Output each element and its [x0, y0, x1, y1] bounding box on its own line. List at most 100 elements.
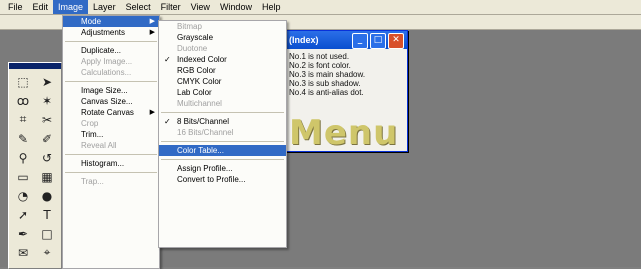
checkmark-icon: ✓	[164, 55, 171, 64]
document-note-line: No.2 is font color.	[289, 61, 351, 70]
history-brush-icon[interactable]: ↺	[36, 149, 58, 166]
menu-item-calculations: Calculations...	[63, 67, 159, 78]
menu-view[interactable]: View	[186, 0, 215, 14]
type-icon[interactable]: T	[36, 206, 58, 223]
submenu-arrow-icon: ▶	[149, 29, 155, 36]
clone-stamp-icon[interactable]: ⚲	[12, 149, 34, 166]
menu-item-label: Adjustments	[81, 28, 126, 37]
menu-item-trap: Trap...	[63, 176, 159, 187]
menu-item-label: Mode	[81, 17, 102, 26]
menu-separator	[65, 81, 157, 82]
menu-item-label: 16 Bits/Channel	[177, 128, 234, 137]
menu-separator	[161, 159, 284, 160]
menu-select[interactable]: Select	[121, 0, 156, 14]
marquee-icon[interactable]: ⬚	[12, 73, 34, 90]
menu-layer[interactable]: Layer	[88, 0, 121, 14]
menu-item-label: Trim...	[81, 130, 104, 139]
mode-item-rgb-color[interactable]: RGB Color	[159, 65, 286, 76]
menu-item-label: Apply Image...	[81, 57, 133, 66]
menu-item-label: Histogram...	[81, 159, 125, 168]
menu-edit[interactable]: Edit	[28, 0, 54, 14]
menu-item-label: Assign Profile...	[177, 164, 233, 173]
menu-item-mode[interactable]: Mode ▶	[63, 16, 159, 27]
menu-item-label: Bitmap	[177, 22, 202, 31]
document-note-line: No.1 is not used.	[289, 52, 350, 61]
menu-help[interactable]: Help	[257, 0, 286, 14]
dodge-icon[interactable]: ●	[36, 187, 58, 204]
menu-item-label: 8 Bits/Channel	[177, 117, 230, 126]
menu-item-label: Crop	[81, 119, 99, 128]
brush-icon[interactable]: ✎	[12, 130, 34, 147]
menu-item-label: Indexed Color	[177, 55, 227, 64]
eyedropper-icon[interactable]: ⌖	[36, 244, 58, 261]
tool-grid: ⬚ ➤ ꝏ ✶ ⌗ ✂ ✎ ✐ ⚲ ↺ ▭ ▦ ◔ ● ➚ T ✒ □ ✉ ⌖	[9, 69, 61, 265]
mode-item-cmyk-color[interactable]: CMYK Color	[159, 76, 286, 87]
menu-item-label: Multichannel	[177, 99, 222, 108]
menu-window[interactable]: Window	[215, 0, 257, 14]
mode-item-bitmap: Bitmap	[159, 21, 286, 32]
menu-file[interactable]: File	[0, 0, 28, 14]
mode-item-duotone: Duotone	[159, 43, 286, 54]
menu-image[interactable]: Image	[53, 0, 89, 14]
mode-item-lab-color[interactable]: Lab Color	[159, 87, 286, 98]
mode-item-grayscale[interactable]: Grayscale	[159, 32, 286, 43]
slice-icon[interactable]: ✂	[36, 111, 58, 128]
mode-item-color-table[interactable]: Color Table...	[159, 145, 286, 156]
menu-item-label: CMYK Color	[177, 77, 222, 86]
menu-item-reveal-all: Reveal All	[63, 140, 159, 151]
mode-item-16-bits-channel: 16 Bits/Channel	[159, 127, 286, 138]
menu-item-label: Color Table...	[177, 146, 224, 155]
submenu-arrow-icon: ▶	[149, 18, 155, 25]
shape-icon[interactable]: □	[36, 225, 58, 242]
blur-icon[interactable]: ◔	[12, 187, 34, 204]
document-note-line: No.3 is main shadow.	[289, 70, 366, 79]
mode-item-indexed-color[interactable]: ✓ Indexed Color	[159, 54, 286, 65]
menu-item-label: Duplicate...	[81, 46, 122, 55]
menu-item-label: Calculations...	[81, 68, 132, 77]
gradient-icon[interactable]: ▦	[36, 168, 58, 185]
mode-item-convert-to-profile[interactable]: Convert to Profile...	[159, 174, 286, 185]
mode-item-assign-profile[interactable]: Assign Profile...	[159, 163, 286, 174]
mode-item-multichannel: Multichannel	[159, 98, 286, 109]
menu-item-canvas-size[interactable]: Canvas Size...	[63, 96, 159, 107]
menu-separator	[161, 112, 284, 113]
move-icon[interactable]: ➤	[36, 73, 58, 90]
close-icon[interactable]: ✕	[388, 33, 404, 49]
menu-item-label: Trap...	[81, 177, 104, 186]
menu-item-label: RGB Color	[177, 66, 216, 75]
menu-item-image-size[interactable]: Image Size...	[63, 85, 159, 96]
canvas-menu-text: Menu	[289, 113, 399, 153]
menu-item-label: Grayscale	[177, 33, 214, 42]
minimize-icon[interactable]: _	[352, 33, 368, 49]
menu-item-label: Canvas Size...	[81, 97, 133, 106]
menu-item-label: Image Size...	[81, 86, 128, 95]
menu-separator	[65, 154, 157, 155]
submenu-arrow-icon: ▶	[149, 109, 155, 116]
document-note-line: No.3 is sub shadow.	[289, 79, 361, 88]
pen-icon[interactable]: ✒	[12, 225, 34, 242]
menu-item-duplicate[interactable]: Duplicate...	[63, 45, 159, 56]
menu-item-rotate-canvas[interactable]: Rotate Canvas ▶	[63, 107, 159, 118]
menu-item-label: Rotate Canvas	[81, 108, 134, 117]
eraser-icon[interactable]: ▭	[12, 168, 34, 185]
menu-filter[interactable]: Filter	[156, 0, 186, 14]
lasso-icon[interactable]: ꝏ	[12, 92, 34, 109]
menu-item-label: Lab Color	[177, 88, 212, 97]
menu-separator	[65, 172, 157, 173]
menu-item-adjustments[interactable]: Adjustments ▶	[63, 27, 159, 38]
mode-submenu: Bitmap Grayscale Duotone ✓ Indexed Color RGB …	[158, 20, 287, 248]
maximize-icon[interactable]: □	[370, 33, 386, 49]
menu-bar: File Edit Image Layer Select Filter View Window…	[0, 0, 641, 15]
notes-icon[interactable]: ✉	[12, 244, 34, 261]
menu-item-label: Duotone	[177, 44, 208, 53]
magic-wand-icon[interactable]: ✶	[36, 92, 58, 109]
menu-item-label: Reveal All	[81, 141, 117, 150]
mode-item-8-bits-channel[interactable]: ✓ 8 Bits/Channel	[159, 116, 286, 127]
path-select-icon[interactable]: ➚	[12, 206, 34, 223]
pencil-icon[interactable]: ✐	[36, 130, 58, 147]
crop-icon[interactable]: ⌗	[12, 111, 34, 128]
menu-item-trim[interactable]: Trim...	[63, 129, 159, 140]
menu-item-histogram[interactable]: Histogram...	[63, 158, 159, 169]
menu-item-label: Convert to Profile...	[177, 175, 246, 184]
menu-separator	[65, 41, 157, 42]
